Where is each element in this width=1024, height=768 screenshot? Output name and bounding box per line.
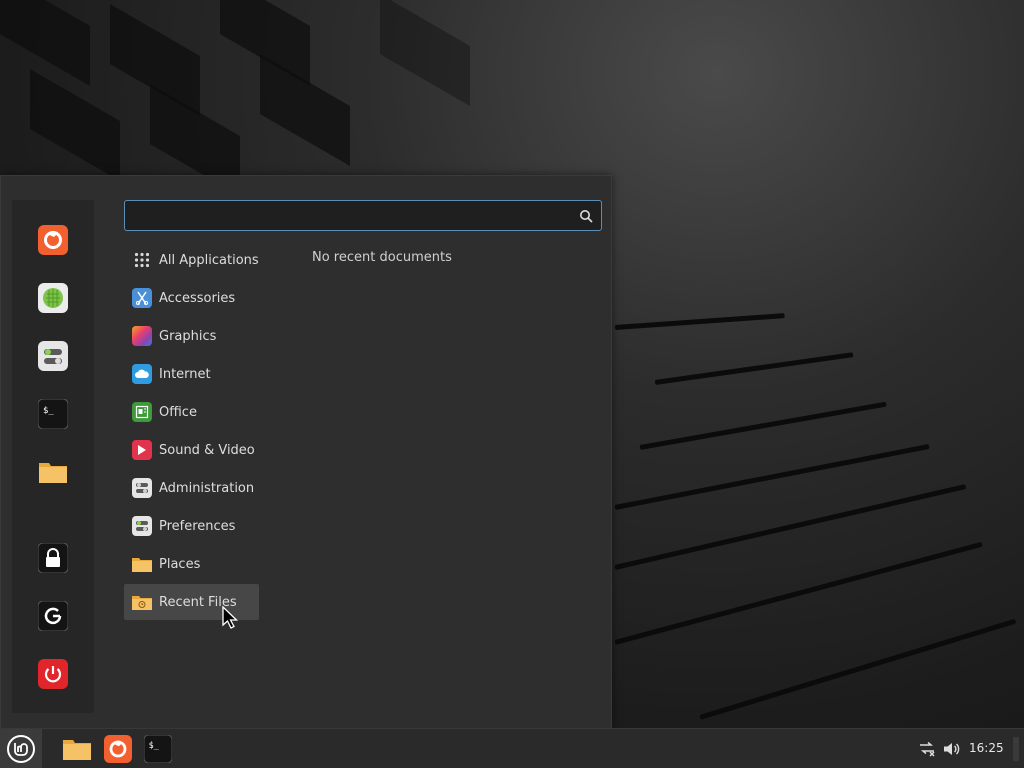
preferences-toggles-icon: [132, 516, 152, 536]
lock-icon: [38, 543, 68, 573]
network-disconnected-icon[interactable]: [918, 741, 936, 757]
category-list: All Applications Accessories Graphics In…: [124, 242, 259, 622]
favorite-software-manager[interactable]: [37, 282, 69, 314]
panel-clock[interactable]: 16:25: [969, 741, 1004, 755]
shutdown-button[interactable]: [37, 658, 69, 690]
lock-screen-button[interactable]: [37, 542, 69, 574]
category-label: Internet: [159, 366, 211, 382]
firefox-icon: [38, 225, 68, 255]
folder-icon: [63, 740, 91, 760]
terminal-icon: $_: [38, 399, 68, 429]
firefox-icon: [104, 735, 132, 763]
no-recent-documents-message: No recent documents: [312, 250, 452, 265]
category-internet[interactable]: Internet: [124, 356, 259, 392]
category-office[interactable]: Office: [124, 394, 259, 430]
favorite-files[interactable]: [37, 456, 69, 488]
category-graphics[interactable]: Graphics: [124, 318, 259, 354]
category-label: Places: [159, 556, 201, 572]
category-label: Administration: [159, 480, 255, 496]
category-preferences[interactable]: Preferences: [124, 508, 259, 544]
panel-launcher-terminal[interactable]: $_: [143, 734, 173, 764]
search-input[interactable]: [125, 201, 565, 230]
volume-icon[interactable]: [943, 741, 961, 757]
category-label: All Applications: [159, 252, 259, 268]
settings-toggles-icon: [38, 341, 68, 371]
search-box: [124, 200, 602, 231]
recent-folder-icon: [132, 592, 152, 612]
category-all-applications[interactable]: All Applications: [124, 242, 259, 278]
category-administration[interactable]: Administration: [124, 470, 259, 506]
category-accessories[interactable]: Accessories: [124, 280, 259, 316]
folder-icon: [39, 463, 67, 483]
panel-launcher-firefox[interactable]: [103, 734, 133, 764]
svg-text:$_: $_: [149, 740, 160, 750]
favorites-sidebar: $_: [12, 200, 94, 713]
folder-icon: [132, 554, 152, 574]
power-icon: [38, 659, 68, 689]
play-icon: [132, 440, 152, 460]
category-places[interactable]: Places: [124, 546, 259, 582]
terminal-icon: $_: [144, 735, 172, 763]
scissors-icon: [132, 288, 152, 308]
category-label: Accessories: [159, 290, 236, 306]
main-menu-button[interactable]: [0, 729, 42, 768]
admin-toggles-icon: [132, 478, 152, 498]
mouse-cursor-icon: [222, 606, 239, 629]
svg-text:$_: $_: [43, 406, 54, 416]
software-manager-icon: [38, 283, 68, 313]
application-menu: $_ All Applications Accessories Graphics…: [0, 175, 612, 728]
linux-mint-logo-icon: [7, 735, 35, 763]
office-icon: [132, 402, 152, 422]
grid-icon: [132, 250, 152, 270]
favorite-settings[interactable]: [37, 340, 69, 372]
category-label: Graphics: [159, 328, 217, 344]
search-icon: [580, 210, 593, 223]
category-label: Office: [159, 404, 197, 420]
favorite-terminal[interactable]: $_: [37, 398, 69, 430]
category-sound-video[interactable]: Sound & Video: [124, 432, 259, 468]
logout-button[interactable]: [37, 600, 69, 632]
cloud-icon: [132, 364, 152, 384]
graphics-icon: [132, 326, 152, 346]
category-label: Sound & Video: [159, 442, 255, 458]
favorite-firefox[interactable]: [37, 224, 69, 256]
panel-launcher-files[interactable]: [62, 734, 92, 764]
show-desktop-button[interactable]: [1013, 737, 1019, 761]
logout-icon: [38, 601, 68, 631]
bottom-panel: $_ 16:25: [0, 728, 1024, 768]
category-label: Preferences: [159, 518, 236, 534]
